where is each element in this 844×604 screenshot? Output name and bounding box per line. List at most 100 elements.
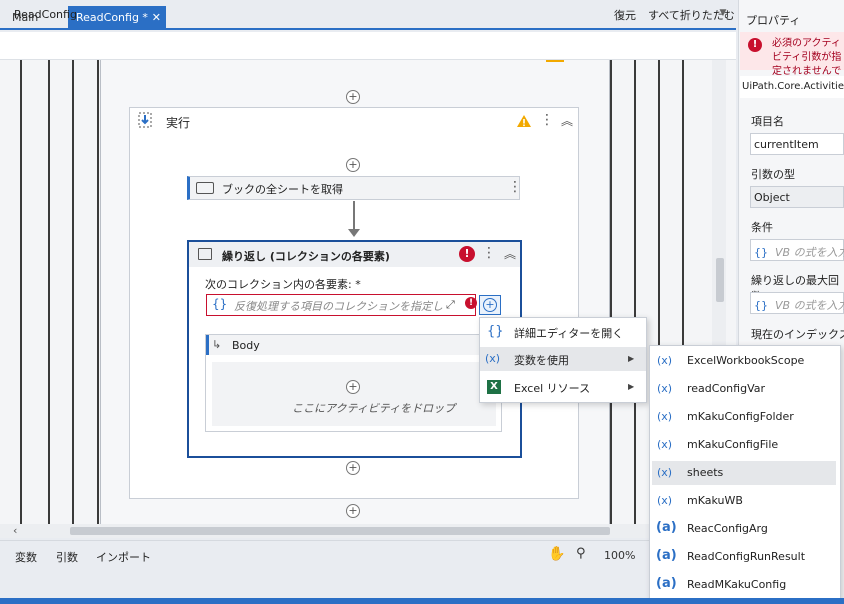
- sequence-line: [72, 60, 74, 524]
- scroll-left-icon[interactable]: ‹: [13, 524, 17, 537]
- variable-icon: (x): [657, 466, 673, 479]
- tab-readconfig[interactable]: ReadConfig * ✕: [68, 6, 166, 30]
- submenu-item-sheets[interactable]: (x) sheets: [652, 461, 836, 485]
- expand-editor-icon[interactable]: ⤢: [446, 298, 455, 312]
- variable-icon: (x): [657, 354, 673, 367]
- add-activity-icon[interactable]: +: [346, 90, 360, 104]
- argument-icon: (a): [656, 520, 677, 535]
- warning-icon[interactable]: [516, 114, 532, 128]
- collection-placeholder: 反復処理する項目のコレクションを指定しま: [234, 300, 444, 313]
- sequence-line: [610, 60, 612, 524]
- submenu-item-label: mKakuConfigFile: [687, 438, 779, 451]
- collapse-all-button[interactable]: すべて折りたたむ: [648, 7, 735, 23]
- sequence-line: [634, 60, 636, 524]
- submenu-item[interactable]: (a) ReadConfigRunResult: [652, 545, 836, 569]
- add-activity-icon[interactable]: +: [346, 380, 360, 394]
- warning-icon: [546, 60, 564, 62]
- submenu-item[interactable]: (x) mKakuConfigFile: [652, 433, 836, 457]
- submenu-item-label: mKakuConfigFolder: [687, 410, 794, 423]
- sequence-line: [48, 60, 50, 524]
- condition-label: 条件: [751, 221, 773, 234]
- submenu-item[interactable]: (a) ReacConfigArg: [652, 517, 836, 541]
- drop-zone-text: ここにアクティビティをドロップ: [292, 402, 456, 415]
- more-options-icon[interactable]: ⋮: [482, 245, 496, 261]
- zoom-level[interactable]: 100%: [604, 549, 635, 562]
- submenu-arrow-icon: ▶: [628, 382, 635, 391]
- braces-icon: {}: [487, 324, 504, 339]
- menu-item-label: Excel リソース: [514, 382, 591, 395]
- properties-class-name: UiPath.Core.Activities: [742, 81, 844, 92]
- submenu-item[interactable]: (x) ExcelWorkbookScope: [652, 349, 836, 373]
- plus-icon: +: [483, 298, 497, 312]
- add-activity-icon[interactable]: +: [346, 158, 360, 172]
- more-options-icon[interactable]: ⋮: [508, 179, 522, 195]
- arg-type-value: Object: [754, 191, 790, 204]
- expression-icon: {}: [212, 297, 228, 311]
- arguments-tab[interactable]: 引数: [56, 549, 78, 565]
- current-index-label: 現在のインデックス (: [751, 328, 844, 341]
- collapse-icon[interactable]: ︽: [561, 112, 573, 129]
- argument-icon: (a): [656, 548, 677, 563]
- execute-sequence-title: 実行: [166, 116, 191, 130]
- breadcrumb[interactable]: ReadConfig: [14, 8, 77, 21]
- properties-title: プロパティ: [746, 14, 801, 27]
- menu-item-label: 詳細エディターを開く: [514, 327, 624, 340]
- variable-icon: (x): [657, 382, 673, 395]
- submenu-item-label: sheets: [687, 466, 724, 479]
- variable-icon: (x): [657, 410, 673, 423]
- condition-hint: {} VB の式を入力: [754, 246, 844, 259]
- submenu-item[interactable]: (x) mKakuWB: [652, 489, 836, 513]
- pan-hand-icon[interactable]: ✋: [548, 546, 565, 562]
- variable-icon: (x): [657, 494, 673, 507]
- error-icon[interactable]: !: [459, 246, 475, 262]
- menu-item-open-advanced-editor[interactable]: {} 詳細エディターを開く: [480, 320, 646, 344]
- argument-icon: (a): [656, 576, 677, 591]
- variables-tab[interactable]: 変数: [15, 549, 37, 565]
- menu-item-label: 変数を使用: [514, 354, 569, 367]
- body-title: Body: [232, 339, 260, 352]
- submenu-item-label: readConfigVar: [687, 382, 765, 395]
- submenu-item[interactable]: (x) readConfigVar: [652, 377, 836, 401]
- breadcrumb-bar: [0, 32, 736, 60]
- body-arrow-icon: ↳: [212, 338, 222, 351]
- submenu-item-label: ReadMKakuConfig: [687, 578, 787, 591]
- error-icon: !: [748, 38, 762, 52]
- loop-icon: [198, 248, 212, 260]
- error-icon[interactable]: !: [465, 297, 477, 309]
- sequence-icon: [138, 112, 152, 128]
- connector-arrow: [348, 229, 360, 237]
- sequence-line: [20, 60, 22, 524]
- submenu-item-label: ExcelWorkbookScope: [687, 354, 805, 367]
- arg-type-label: 引数の型: [751, 168, 795, 181]
- drop-zone[interactable]: [212, 362, 496, 426]
- tab-readconfig-label: ReadConfig *: [76, 11, 148, 24]
- connector-line: [353, 201, 355, 231]
- variable-icon: (x): [657, 438, 673, 451]
- expand-all-button[interactable]: 復元: [614, 7, 636, 23]
- max-iter-hint: {} VB の式を入力: [754, 299, 844, 312]
- menu-item-excel-resources[interactable]: X Excel リソース ▶: [480, 375, 646, 399]
- get-sheets-title: ブックの全シートを取得: [222, 183, 343, 196]
- foreach-title: 繰り返し (コレクションの各要素): [222, 250, 390, 263]
- collapse-icon[interactable]: ︽: [504, 245, 516, 262]
- add-activity-icon[interactable]: +: [346, 504, 360, 518]
- vertical-scrollbar-thumb[interactable]: [716, 258, 724, 302]
- imports-tab[interactable]: インポート: [96, 549, 151, 565]
- more-options-icon[interactable]: ⋮: [540, 112, 554, 128]
- zoom-icon[interactable]: ⚲: [576, 546, 586, 561]
- submenu-item-label: ReacConfigArg: [687, 522, 768, 535]
- horizontal-scrollbar-thumb[interactable]: [70, 527, 610, 535]
- sequence-line: [97, 60, 99, 524]
- sheet-icon: [196, 182, 214, 194]
- submenu-item[interactable]: (a) ReadMKakuConfig: [652, 573, 836, 597]
- excel-icon: X: [487, 380, 501, 394]
- close-icon[interactable]: ✕: [152, 6, 161, 30]
- variable-icon: (x): [485, 352, 501, 365]
- menu-item-use-variable[interactable]: (x) 変数を使用 ▶: [480, 347, 646, 371]
- submenu-item[interactable]: (x) mKakuConfigFolder: [652, 405, 836, 429]
- submenu-arrow-icon: ▶: [628, 354, 635, 363]
- submenu-item-label: mKakuWB: [687, 494, 743, 507]
- add-activity-icon[interactable]: +: [346, 461, 360, 475]
- item-name-label: 項目名: [751, 115, 784, 128]
- submenu-item-label: ReadConfigRunResult: [687, 550, 806, 563]
